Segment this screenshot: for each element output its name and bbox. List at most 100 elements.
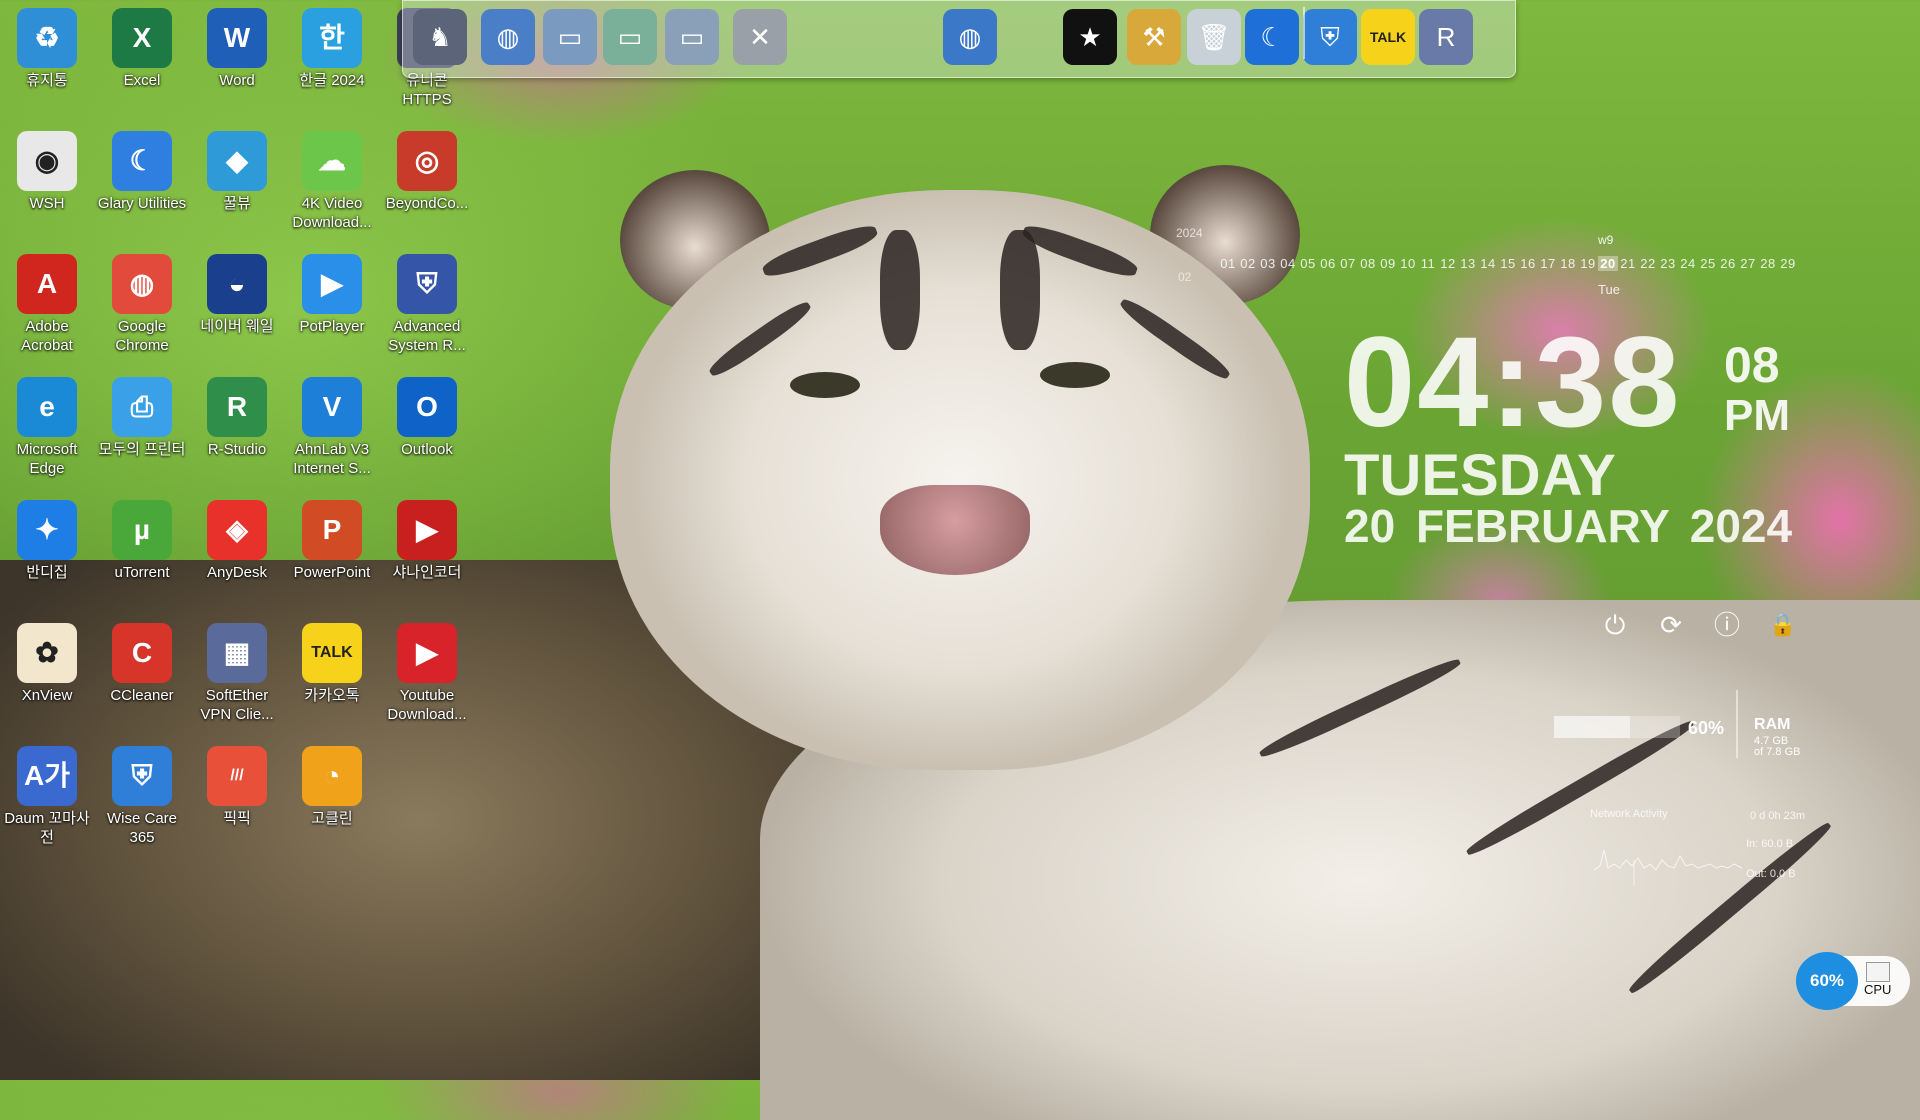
adobe-acrobat-icon: A (17, 254, 77, 314)
wallpaper-tiger-nose (880, 485, 1030, 575)
cpu-monitor-icon (1866, 962, 1890, 982)
hammer-tools-icon[interactable]: ⚒ (1127, 9, 1181, 65)
desktop-shortcut[interactable]: ♻ 휴지통 (0, 8, 94, 90)
desktop-shortcut-label: AnyDesk (206, 564, 268, 581)
t-shirt-icon[interactable]: ★ (1063, 9, 1117, 65)
desktop-shortcut-label: BeyondCo... (385, 195, 469, 212)
shutdown-icon[interactable]: ⏻ (1600, 610, 1630, 640)
ram-percent: 60% (1688, 718, 1725, 738)
system-tools-icon[interactable]: ✕ (733, 9, 787, 65)
bandizip-icon: ✦ (17, 500, 77, 560)
excel-icon: X (112, 8, 172, 68)
calendar-month: 02 (1178, 270, 1192, 284)
desktop-shortcut[interactable]: A가 Daum 꼬마사전 (0, 746, 94, 847)
desktop-shortcut[interactable]: ☾ Glary Utilities (95, 131, 189, 213)
web-browser-globe-icon[interactable]: ◍ (943, 9, 997, 65)
calendar-day: 22 (1640, 256, 1656, 271)
potplayer-icon: ▶ (302, 254, 362, 314)
ram-usage-fill (1554, 716, 1630, 738)
calendar-day: 08 (1360, 256, 1376, 271)
desktop-shortcut[interactable]: ⛨ Wise Care 365 (95, 746, 189, 847)
desktop-shortcut[interactable]: ▦ SoftEther VPN Clie... (190, 623, 284, 724)
desktop-shortcut[interactable]: ☁ 4K Video Download... (285, 131, 379, 232)
desktop-shortcut[interactable]: ✿ XnView (0, 623, 94, 705)
folder-icon[interactable]: ▭ (543, 9, 597, 65)
desktop-shortcut[interactable]: P PowerPoint (285, 500, 379, 582)
honeyview-icon: ◆ (207, 131, 267, 191)
desktop-shortcut[interactable]: ▶ Youtube Download... (380, 623, 474, 724)
wise-care-icon[interactable]: ⛨ (1303, 9, 1357, 65)
desktop-shortcut[interactable]: µ uTorrent (95, 500, 189, 582)
https-app-icon[interactable]: ♞ (413, 9, 467, 65)
beyond-compare-icon: ◎ (397, 131, 457, 191)
desktop-shortcut[interactable]: /// 픽픽 (190, 746, 284, 828)
desktop-shortcut[interactable]: W Word (190, 8, 284, 90)
desktop-shortcut[interactable]: X Excel (95, 8, 189, 90)
desktop-shortcut[interactable]: 한 한글 2024 (285, 8, 379, 90)
network-in: In: 60.0 B (1746, 838, 1794, 850)
registry-icon[interactable]: R (1419, 9, 1473, 65)
ram-detail: 4.7 GB of 7.8 GB (1754, 736, 1800, 758)
word-icon: W (207, 8, 267, 68)
ram-total: of 7.8 GB (1754, 746, 1801, 758)
calendar-day: 12 (1440, 256, 1456, 271)
kakaotalk-icon[interactable]: TALK (1361, 9, 1415, 65)
calendar-day: 29 (1780, 256, 1796, 271)
kakaotalk-icon: TALK (302, 623, 362, 683)
desktop-shortcut[interactable]: ⛨ Advanced System R... (380, 254, 474, 355)
calendar-day: 17 (1540, 256, 1556, 271)
folder-green-icon[interactable]: ▭ (603, 9, 657, 65)
desktop-shortcut[interactable]: ◈ AnyDesk (190, 500, 284, 582)
xnview-icon: ✿ (17, 623, 77, 683)
desktop-shortcut[interactable]: O Outlook (380, 377, 474, 459)
trash-icon[interactable]: 🗑 (1187, 9, 1241, 65)
network-globe-icon[interactable]: ◍ (481, 9, 535, 65)
4k-video-downloader-icon: ☁ (302, 131, 362, 191)
desktop-shortcut[interactable]: ▶ 샤나인코더 (380, 500, 474, 582)
desktop-shortcut[interactable]: ◔ 고클린 (285, 746, 379, 828)
calendar-day: 07 (1340, 256, 1356, 271)
anydesk-icon: ◈ (207, 500, 267, 560)
desktop-shortcut[interactable]: ◍ Google Chrome (95, 254, 189, 355)
calendar-day: 16 (1520, 256, 1536, 271)
desktop-shortcut-label: XnView (21, 687, 73, 704)
calendar-weekday: Tue (1598, 282, 1620, 297)
logoff-icon[interactable]: ⓘ (1712, 610, 1742, 640)
desktop-shortcut[interactable]: ◒ 네이버 웨일 (190, 254, 284, 336)
utorrent-icon: µ (112, 500, 172, 560)
desktop-shortcut[interactable]: A Adobe Acrobat (0, 254, 94, 355)
network-title: Network Activity (1590, 808, 1668, 820)
desktop-shortcut-label: 반디집 (26, 564, 68, 581)
desktop-shortcut[interactable]: ⎙ 모두의 프린터 (95, 377, 189, 459)
desktop-shortcut[interactable]: ◉ WSH (0, 131, 94, 213)
cpu-label: CPU (1864, 982, 1892, 997)
wsh-icon: ◉ (17, 131, 77, 191)
desktop-shortcut[interactable]: ✦ 반디집 (0, 500, 94, 582)
network-uptime: 0 d 0h 23m (1750, 810, 1806, 822)
calendar-day: 26 (1720, 256, 1736, 271)
folder-docs-icon[interactable]: ▭ (665, 9, 719, 65)
desktop-shortcut[interactable]: TALK 카카오톡 (285, 623, 379, 705)
desktop-shortcut-label: WSH (29, 195, 65, 212)
calendar-day: 18 (1560, 256, 1576, 271)
calendar-day: 25 (1700, 256, 1716, 271)
desktop-shortcut[interactable]: ◎ BeyondCo... (380, 131, 474, 213)
restart-icon[interactable]: ⟳ (1656, 610, 1686, 640)
naver-whale-icon: ◒ (207, 254, 267, 314)
desktop-shortcut[interactable]: V AhnLab V3 Internet S... (285, 377, 379, 478)
calendar-day: 11 (1420, 256, 1436, 271)
desktop-shortcut[interactable]: R R-Studio (190, 377, 284, 459)
calendar-day: 14 (1480, 256, 1496, 271)
lock-icon[interactable]: 🔒 (1768, 610, 1798, 640)
desktop-shortcut-label: SoftEther VPN Clie... (200, 687, 274, 723)
desktop-shortcut[interactable]: C CCleaner (95, 623, 189, 705)
clock-weekday: TUESDAY (1344, 443, 1616, 508)
clock-date: 20 FEBRUARY 2024 (1344, 500, 1793, 552)
desktop-shortcut-label: Adobe Acrobat (21, 318, 73, 354)
glary-utilities-icon[interactable]: ☾ (1245, 9, 1299, 65)
desktop-shortcut[interactable]: e Microsoft Edge (0, 377, 94, 478)
desktop-shortcut[interactable]: ◆ 꿀뷰 (190, 131, 284, 213)
wallpaper-tiger-head (610, 190, 1310, 770)
daum-dictionary-icon: A가 (17, 746, 77, 806)
desktop-shortcut[interactable]: ▶ PotPlayer (285, 254, 379, 336)
